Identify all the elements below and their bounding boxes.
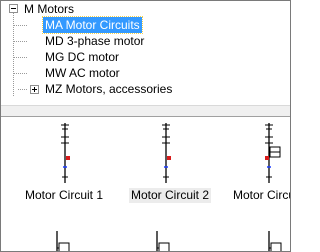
thumbnail-item[interactable] (115, 229, 225, 251)
collapse-icon[interactable] (9, 4, 18, 13)
motor-circuit-symbol (268, 231, 282, 251)
thumbnail-item[interactable]: Motor Circui (233, 117, 290, 207)
thumbnail-item[interactable] (233, 229, 290, 251)
motor-circuit-symbol (56, 231, 70, 251)
thumbnail-item[interactable]: Motor Circuit 2 (115, 117, 225, 207)
motor-circuit-symbol (265, 123, 281, 183)
tree-node-motor-circuits[interactable]: MA Motor Circuits (1, 16, 201, 34)
tree-node-cutoff: ​ (29, 98, 139, 104)
tree-node-label: MG DC motor (45, 50, 120, 64)
pane-splitter[interactable] (1, 105, 290, 117)
tree-node-label: M Motors (24, 2, 75, 16)
thumbnail-label: Motor Circui (233, 188, 290, 202)
thumbnail-label: Motor Circuit 2 (129, 188, 212, 203)
tree-node-motors[interactable]: M Motors (1, 1, 201, 17)
tree-node-ac-motor[interactable]: MW AC motor (1, 65, 201, 81)
motor-circuit-symbol (61, 123, 70, 183)
thumbnail-label: Motor Circuit 1 (25, 188, 104, 202)
symbol-thumbnail-grid[interactable]: Motor Circuit 1 Motor Circuit 2 Motor Ci… (1, 117, 290, 251)
tree-node-dc-motor[interactable]: MG DC motor (1, 49, 201, 65)
library-browser: M Motors MA Motor Circuits MD 3-phase mo… (0, 0, 291, 252)
tree-node-label: MA Motor Circuits (42, 16, 143, 34)
thumbnail-item[interactable]: Motor Circuit 1 (5, 117, 115, 207)
motor-circuit-symbol (162, 123, 171, 183)
tree-node-motors-accessories[interactable]: MZ Motors, accessories (1, 81, 221, 97)
tree-node-label: MD 3-phase motor (45, 34, 145, 48)
tree-node-label: MW AC motor (45, 66, 120, 80)
thumbnail-item[interactable] (5, 229, 115, 251)
motor-circuit-symbol (156, 231, 170, 251)
expand-icon[interactable] (30, 85, 39, 94)
tree-node-label: MZ Motors, accessories (45, 82, 173, 96)
category-tree[interactable]: M Motors MA Motor Circuits MD 3-phase mo… (1, 1, 290, 105)
tree-node-3-phase-motor[interactable]: MD 3-phase motor (1, 33, 201, 49)
